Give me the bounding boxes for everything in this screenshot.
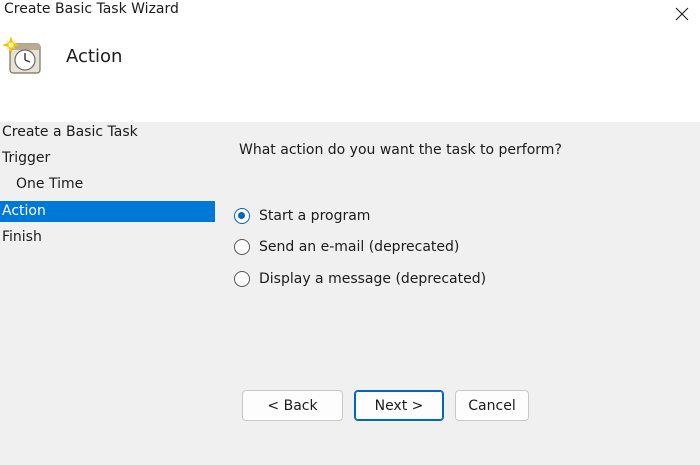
action-question: What action do you want the task to perf… bbox=[239, 142, 562, 158]
close-icon bbox=[675, 7, 689, 21]
page-title: Action bbox=[66, 46, 123, 67]
back-button[interactable]: < Back bbox=[242, 390, 343, 421]
window-title: Create Basic Task Wizard bbox=[4, 1, 179, 17]
step-one-time[interactable]: One Time bbox=[0, 174, 215, 195]
step-create-basic-task[interactable]: Create a Basic Task bbox=[0, 122, 215, 143]
wizard-content: Create a Basic Task Trigger One Time Act… bbox=[0, 122, 700, 465]
option-start-program[interactable]: Start a program bbox=[234, 205, 370, 227]
start-program-label: Start a program bbox=[259, 208, 371, 224]
send-email-radio[interactable] bbox=[234, 239, 250, 255]
option-send-email[interactable]: Send an e-mail (deprecated) bbox=[234, 236, 459, 258]
step-trigger[interactable]: Trigger bbox=[0, 148, 215, 169]
step-action[interactable]: Action bbox=[0, 201, 215, 222]
start-program-radio[interactable] bbox=[234, 208, 250, 224]
step-finish[interactable]: Finish bbox=[0, 227, 215, 248]
task-scheduler-clock-icon bbox=[2, 36, 41, 74]
wizard-header: Action bbox=[0, 24, 700, 122]
next-button[interactable]: Next > bbox=[354, 390, 444, 421]
display-message-radio[interactable] bbox=[234, 271, 250, 287]
send-email-label: Send an e-mail (deprecated) bbox=[259, 239, 460, 255]
steps-sidebar: Create a Basic Task Trigger One Time Act… bbox=[0, 122, 215, 465]
option-display-message[interactable]: Display a message (deprecated) bbox=[234, 268, 486, 290]
display-message-label: Display a message (deprecated) bbox=[259, 271, 487, 287]
wizard-window: Create Basic Task Wizard Action Create a… bbox=[0, 0, 700, 465]
title-bar: Create Basic Task Wizard bbox=[0, 0, 700, 24]
cancel-button[interactable]: Cancel bbox=[455, 390, 529, 421]
